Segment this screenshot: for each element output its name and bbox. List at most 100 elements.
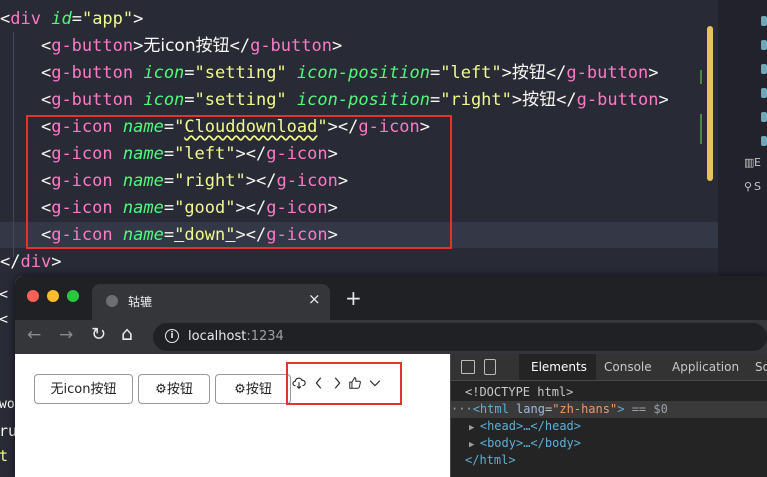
close-window-button[interactable] [27,290,39,302]
minimize-window-button[interactable] [47,290,59,302]
dom-tag: </html> [465,453,516,467]
browser-toolbar: ← → ↻ ⌂ i localhost:1234 [15,320,767,354]
code-token: "setting" [194,63,287,83]
page-content: 无icon按钮 ⚙按钮 ⚙按钮 [15,354,450,477]
code-line[interactable]: <g-button icon="setting" icon-position="… [0,87,669,114]
forward-icon[interactable]: → [59,325,73,345]
panel-item-label[interactable]: S [754,180,761,193]
annotation-highlight-box [286,362,402,405]
code-token: g-button [250,36,332,56]
code-line[interactable]: <g-button icon="setting" icon-position="… [0,60,659,87]
back-icon[interactable]: ← [27,325,41,345]
browser-tab[interactable]: 轱辘 × [92,284,330,320]
tab-title: 轱辘 [128,295,153,309]
dom-node-html-end[interactable]: </html> [451,452,767,469]
dom-node-html[interactable]: ···<html lang="zh-hans"> == $0 [451,401,767,418]
tab-application[interactable]: Application [672,360,739,374]
code-token: "setting" [194,90,287,110]
setting-right-button[interactable]: ⚙按钮 [215,374,291,404]
code-editor[interactable]: <div id="app"> <g-button>无icon按钮</g-butt… [0,0,718,277]
code-token: "left" [440,63,502,83]
terminal-text: wo [0,397,15,412]
code-token: > [511,90,523,110]
dom-tag: <html [472,402,509,416]
code-token: > [658,90,669,110]
file-icon [761,136,767,146]
code-token: </ [0,252,21,272]
no-icon-button[interactable]: 无icon按钮 [34,374,133,404]
devtools-panel: Elements Console Application So <!DOCTYP… [450,354,767,477]
code-token: > [648,63,659,83]
code-token: < [40,36,52,56]
device-toolbar-icon[interactable] [484,359,496,375]
home-icon[interactable]: ⌂ [121,323,133,345]
code-token: < [40,90,52,110]
code-token: icon [143,90,185,110]
file-icon [761,64,767,74]
code-token: < [0,9,11,29]
code-token: g-button [566,63,649,83]
maximize-window-button[interactable] [67,290,79,302]
git-change-marker [700,114,702,144]
chart-icon[interactable]: ▥ [744,156,754,169]
dom-tag: <head>…</head> [479,419,581,433]
code-token: > [133,36,144,56]
dom-node-head[interactable]: ▶ <head>…</head> [451,418,767,435]
inspect-element-icon[interactable] [461,360,475,374]
dom-tag: > [617,402,625,416]
url-host: localhost [188,329,247,344]
globe-icon [106,295,118,307]
code-token: g-button [51,36,134,56]
dom-node-body[interactable]: ▶ <body>…</body> [451,435,767,452]
tab-console[interactable]: Console [604,360,652,374]
terminal-sliver: < < wo ru t [0,277,15,477]
git-change-marker [700,70,702,84]
address-bar[interactable]: i localhost:1234 [153,323,767,351]
code-token: = [71,9,82,29]
search-icon[interactable]: ⚲ [744,180,752,193]
code-line[interactable]: </div> [0,249,61,276]
new-tab-button[interactable]: + [345,286,362,310]
dom-attr-value: "zh-hans" [552,402,618,416]
code-token: icon-position [296,90,430,110]
code-token: div [20,252,52,272]
url-text: localhost:1234 [188,329,284,344]
tab-sources[interactable]: So [755,360,767,374]
chevron-left-icon [315,377,322,389]
code-token: id [51,9,72,29]
code-token: > [51,252,62,272]
code-token: 按钮 [522,90,557,110]
code-token: </ [545,63,567,83]
code-token: </ [229,36,251,56]
code-token: "right" [440,90,512,110]
dom-attr: lang [516,402,545,416]
code-token: > [133,9,144,29]
dom-tag: <body>…</body> [479,436,581,450]
code-token: > [501,63,512,83]
dom-doctype[interactable]: <!DOCTYPE html> [451,384,767,401]
code-line[interactable]: <div id="app"> [0,6,143,33]
cloud-download-icon [292,377,306,389]
reload-icon[interactable]: ↻ [91,324,106,345]
file-icon [761,88,767,98]
info-icon[interactable]: i [165,329,179,343]
code-token: g-button [576,90,659,110]
chevron-right-icon [334,377,341,389]
code-line[interactable]: <g-button>无icon按钮</g-button> [0,33,342,60]
terminal-text: t [0,447,9,465]
editor-scrollbar[interactable] [707,26,713,181]
code-token: > [331,36,343,56]
tab-elements[interactable]: Elements [531,360,587,374]
tab-bar: 轱辘 × + [15,276,767,320]
code-token: g-button [51,63,134,83]
terminal-text: < [0,310,9,328]
file-icon [761,112,767,122]
code-token: div [10,9,41,29]
setting-left-button[interactable]: ⚙按钮 [138,374,210,404]
panel-item-label[interactable]: E [754,156,761,169]
url-port: :1234 [246,329,284,344]
tab-close-icon[interactable]: × [308,290,321,308]
